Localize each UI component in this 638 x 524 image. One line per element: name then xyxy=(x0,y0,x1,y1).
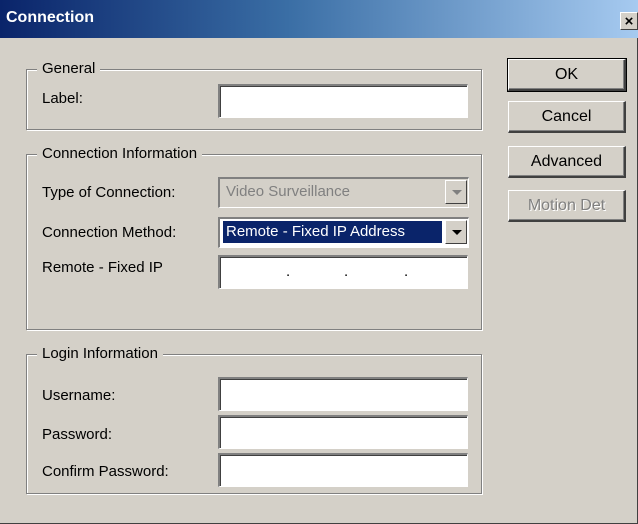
chevron-down-icon[interactable] xyxy=(445,180,467,204)
username-caption: Username: xyxy=(42,387,116,404)
password-input[interactable] xyxy=(218,415,468,449)
connection-information-legend: Connection Information xyxy=(37,145,203,163)
ip-dot-3: . xyxy=(404,263,409,280)
chevron-down-icon[interactable] xyxy=(445,220,467,244)
ok-button[interactable]: OK xyxy=(507,58,627,92)
ip-address-input[interactable]: . . . xyxy=(218,255,468,289)
confirm-password-caption: Confirm Password: xyxy=(42,463,169,480)
label-input[interactable] xyxy=(218,84,468,118)
type-of-connection-select[interactable]: Video Surveillance xyxy=(218,177,469,208)
motion-det-button[interactable]: Motion Det xyxy=(508,190,626,222)
label-caption: Label: xyxy=(42,90,83,107)
connection-dialog: Connection × General Label: Connection I… xyxy=(0,0,638,524)
confirm-password-input[interactable] xyxy=(218,453,468,487)
ip-dot-1: . xyxy=(286,263,291,280)
title-bar[interactable]: Connection × xyxy=(0,0,638,38)
window-title: Connection xyxy=(6,9,94,26)
remote-fixed-ip-caption: Remote - Fixed IP xyxy=(42,259,163,276)
connection-method-value: Remote - Fixed IP Address xyxy=(223,221,442,243)
general-legend: General xyxy=(37,60,101,78)
username-input[interactable] xyxy=(218,377,468,411)
password-caption: Password: xyxy=(42,426,113,443)
connection-method-caption: Connection Method: xyxy=(42,224,177,241)
advanced-button[interactable]: Advanced xyxy=(508,146,626,178)
type-of-connection-value: Video Surveillance xyxy=(226,183,350,200)
type-of-connection-caption: Type of Connection: xyxy=(42,184,176,201)
login-information-legend: Login Information xyxy=(37,345,163,363)
close-icon[interactable]: × xyxy=(620,12,638,30)
cancel-button[interactable]: Cancel xyxy=(508,101,626,133)
ip-dot-2: . xyxy=(344,263,349,280)
connection-method-select[interactable]: Remote - Fixed IP Address xyxy=(218,217,469,248)
